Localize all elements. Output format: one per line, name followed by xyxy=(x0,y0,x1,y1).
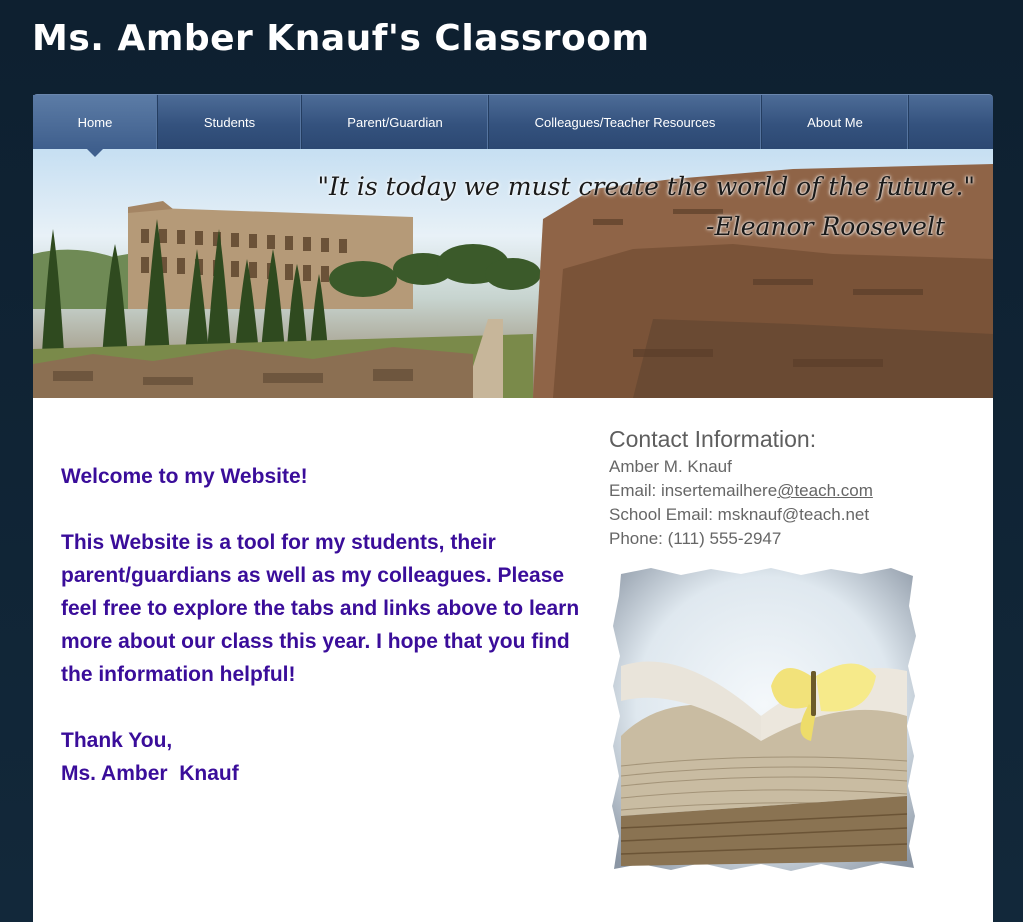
contact-phone: Phone: (111) 555-2947 xyxy=(609,529,782,548)
welcome-section: Welcome to my Website! This Website is a… xyxy=(61,460,601,790)
contact-name: Amber M. Knauf xyxy=(609,457,732,476)
contact-email: Email: insertemailhere@teach.com xyxy=(609,479,873,503)
banner-quote: "It is today we must create the world of… xyxy=(318,167,976,247)
quote-text: "It is today we must create the world of… xyxy=(317,172,976,201)
nav-students-label: Students xyxy=(203,114,256,130)
nav-about-me-label: About Me xyxy=(807,114,863,130)
contact-heading: Contact Information: xyxy=(609,426,817,452)
welcome-body: This Website is a tool for my students, … xyxy=(61,531,580,686)
welcome-closing: Thank You, xyxy=(61,729,173,752)
nav-home[interactable]: Home xyxy=(33,95,158,157)
main-content: Welcome to my Website! This Website is a… xyxy=(33,398,993,922)
header-banner: "It is today we must create the world of… xyxy=(33,149,993,398)
nav-home-label: Home xyxy=(77,114,113,130)
nav-parent-guardian[interactable]: Parent/Guardian xyxy=(302,95,489,149)
site-title: Ms. Amber Knauf's Classroom xyxy=(32,18,650,59)
nav-colleagues-resources[interactable]: Colleagues/Teacher Resources xyxy=(489,95,762,149)
nav-students[interactable]: Students xyxy=(158,95,302,149)
main-nav: Home Students Parent/Guardian Colleagues… xyxy=(33,94,993,157)
book-butterfly-image xyxy=(612,568,916,871)
quote-author: -Eleanor Roosevelt xyxy=(706,212,945,241)
contact-email-prefix: Email: insertemailhere xyxy=(609,481,778,500)
welcome-heading: Welcome to my Website! xyxy=(61,465,308,488)
welcome-signature: Ms. Amber Knauf xyxy=(61,762,239,785)
nav-colleagues-resources-label: Colleagues/Teacher Resources xyxy=(534,114,716,130)
nav-about-me[interactable]: About Me xyxy=(762,95,909,149)
nav-parent-guardian-label: Parent/Guardian xyxy=(347,114,443,130)
contact-info: Contact Information: Amber M. Knauf Emai… xyxy=(609,426,873,551)
contact-school-email: School Email: msknauf@teach.net xyxy=(609,505,870,524)
contact-email-link[interactable]: @teach.com xyxy=(777,481,873,500)
